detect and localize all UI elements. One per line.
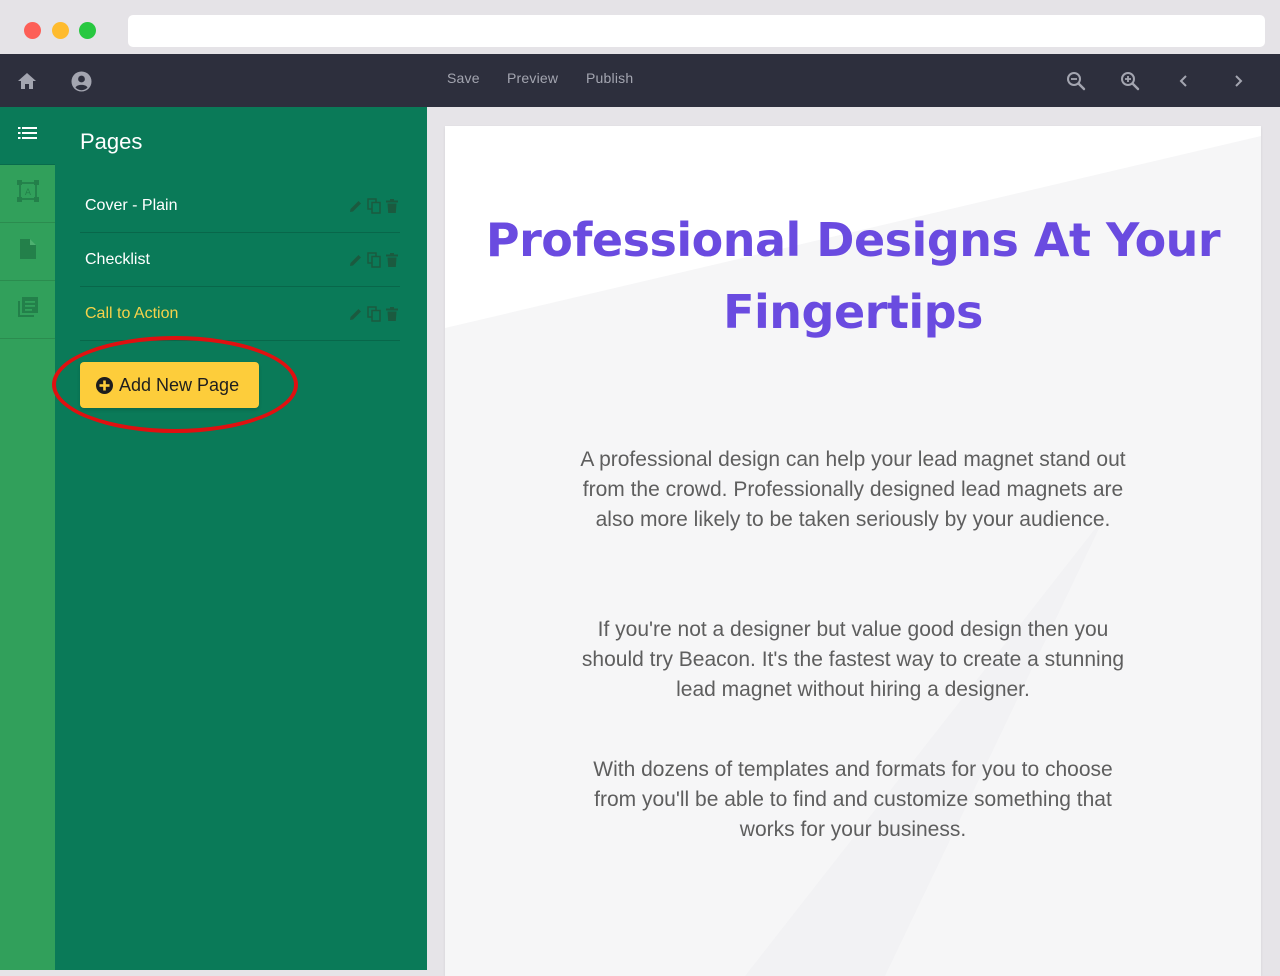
- plus-circle-icon: [96, 376, 113, 394]
- duplicate-icon[interactable]: [366, 305, 382, 323]
- trash-icon[interactable]: [384, 305, 400, 323]
- page-item-checklist[interactable]: Checklist: [80, 233, 400, 287]
- page-item-label: Cover - Plain: [85, 197, 178, 214]
- window-maximize-button[interactable]: [79, 22, 96, 39]
- library-icon: [17, 296, 39, 323]
- rail-pages-tab[interactable]: [0, 107, 55, 165]
- window-minimize-button[interactable]: [52, 22, 69, 39]
- app-toolbar: Save Preview Publish: [0, 54, 1280, 107]
- duplicate-icon[interactable]: [366, 197, 382, 215]
- chevron-left-icon[interactable]: [1172, 69, 1196, 93]
- zoom-out-icon[interactable]: [1064, 69, 1088, 93]
- editor-canvas: Professional Designs At Your Fingertips …: [427, 107, 1280, 976]
- page-item-label: Checklist: [85, 251, 150, 268]
- address-bar[interactable]: [128, 15, 1265, 47]
- document-paragraph[interactable]: If you're not a designer but value good …: [573, 615, 1133, 705]
- svg-text:A: A: [24, 188, 31, 198]
- pages-panel: Pages Cover - Plain Checklist Call to Ac…: [55, 107, 427, 970]
- home-icon[interactable]: [15, 69, 39, 93]
- text-frame-icon: A: [16, 179, 40, 208]
- edit-icon[interactable]: [348, 251, 364, 269]
- rail-text-tab[interactable]: A: [0, 165, 55, 223]
- rail-library-tab[interactable]: [0, 281, 55, 339]
- zoom-in-icon[interactable]: [1118, 69, 1142, 93]
- document-page[interactable]: Professional Designs At Your Fingertips …: [445, 126, 1261, 976]
- tool-rail: A: [0, 107, 55, 970]
- save-button[interactable]: Save: [447, 70, 480, 86]
- preview-button[interactable]: Preview: [507, 70, 558, 86]
- rail-document-tab[interactable]: [0, 223, 55, 281]
- browser-chrome: [0, 0, 1280, 54]
- document-paragraph[interactable]: With dozens of templates and formats for…: [573, 755, 1133, 845]
- duplicate-icon[interactable]: [366, 251, 382, 269]
- edit-icon[interactable]: [348, 197, 364, 215]
- panel-title: Pages: [80, 129, 143, 154]
- page-item-call-to-action[interactable]: Call to Action: [80, 287, 400, 341]
- page-item-label: Call to Action: [85, 305, 179, 322]
- page-item-cover-plain[interactable]: Cover - Plain: [80, 179, 400, 233]
- window-close-button[interactable]: [24, 22, 41, 39]
- add-new-page-label: Add New Page: [119, 374, 240, 395]
- chevron-right-icon[interactable]: [1226, 69, 1250, 93]
- add-new-page-button[interactable]: Add New Page: [80, 362, 259, 408]
- account-icon[interactable]: [69, 69, 93, 93]
- publish-button[interactable]: Publish: [586, 70, 633, 86]
- document-paragraph[interactable]: A professional design can help your lead…: [573, 445, 1133, 535]
- edit-icon[interactable]: [348, 305, 364, 323]
- document-headline[interactable]: Professional Designs At Your Fingertips: [445, 204, 1261, 348]
- trash-icon[interactable]: [384, 197, 400, 215]
- list-icon: [17, 126, 38, 145]
- trash-icon[interactable]: [384, 251, 400, 269]
- document-icon: [19, 238, 37, 265]
